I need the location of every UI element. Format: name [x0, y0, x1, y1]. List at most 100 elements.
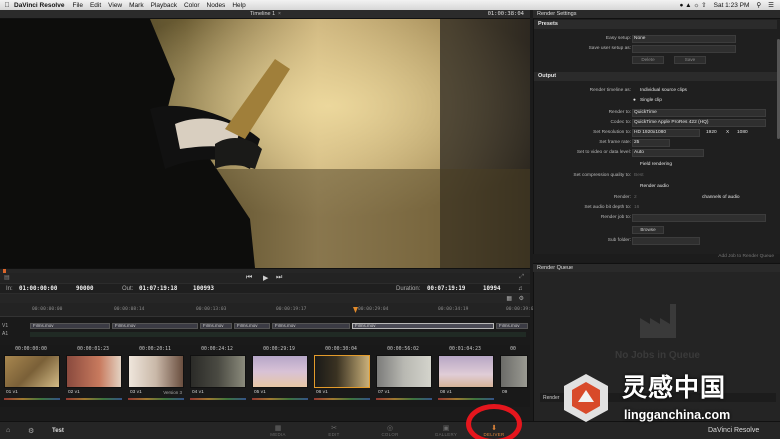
save-user-setup-input[interactable] — [632, 45, 736, 53]
menubar-clock[interactable]: Sat 1:23 PM — [714, 2, 750, 9]
single-clip-option[interactable]: Single clip — [640, 98, 662, 103]
delete-preset-button[interactable]: Delete — [632, 56, 664, 64]
thumbnail-clip[interactable]: 00:01:04:23 08 v1 — [436, 345, 494, 402]
render-settings-title: Render Settings — [537, 11, 577, 17]
search-icon[interactable]: ⚲ — [756, 1, 761, 9]
ruler-tick: 00:00:39:08 — [506, 307, 537, 312]
app-name[interactable]: DaVinci Resolve — [14, 2, 64, 9]
sub-folder-input[interactable] — [632, 237, 700, 245]
data-level-value: Auto — [634, 150, 644, 155]
thumbnail-clip[interactable]: 00:00:20:11 03 v1 Version 3 — [126, 345, 184, 402]
timeline-clip[interactable]: Films.mov — [112, 323, 198, 329]
thumbnail-label: 06 v1 — [316, 390, 328, 395]
timeline-clip[interactable]: Films.mov — [30, 323, 110, 329]
timeline-view-icon[interactable]: ▦ — [506, 295, 512, 302]
radio-selected-icon[interactable]: ● — [633, 98, 636, 103]
menu-help[interactable]: Help — [232, 2, 245, 9]
next-clip-button[interactable]: ⏭ — [276, 274, 282, 282]
menu-playback[interactable]: Playback — [151, 2, 177, 9]
tab-edit-label: EDIT — [328, 432, 340, 437]
resolution-height[interactable]: 1080 — [737, 130, 748, 135]
codec-row: Codec to: QuickTime Apple ProRes 422 (HQ… — [534, 119, 777, 128]
compression-value[interactable]: Best — [634, 173, 644, 178]
render-queue-title: Render Queue — [537, 265, 574, 271]
browse-button[interactable]: Browse — [632, 226, 664, 234]
menu-mark[interactable]: Mark — [129, 2, 143, 9]
easy-setup-select[interactable] — [632, 35, 736, 43]
menu-view[interactable]: View — [108, 2, 122, 9]
menu-edit[interactable]: Edit — [90, 2, 101, 9]
tab-gallery-label: GALLERY — [434, 432, 458, 437]
easy-setup-row: Easy setup: None — [534, 35, 777, 44]
tab-color-label: COLOR — [381, 432, 399, 437]
list-icon[interactable]: ☰ — [768, 1, 774, 9]
timeline-title[interactable]: Timeline 1 — [250, 11, 275, 17]
thumbnail-color-bar — [314, 398, 370, 400]
timeline-clip-selected[interactable]: Films.mov — [352, 323, 494, 329]
thumbnail-clip-selected[interactable]: 00:00:30:04 06 v1 — [312, 345, 370, 402]
presets-section[interactable]: Presets — [534, 20, 777, 29]
codec-value: QuickTime Apple ProRes 422 (HQ) — [634, 120, 709, 125]
thumbnail-clip[interactable]: 00:00:29:19 05 v1 — [250, 345, 308, 402]
thumbnail-clip[interactable]: 00:00:01:23 02 v1 — [64, 345, 122, 402]
resolution-row: Set Resolution to: HD 1920x1080 1920 X 1… — [534, 129, 777, 138]
thumbnail-tc: 00:00:24:12 — [201, 347, 233, 352]
thumbnail-clip[interactable]: 00:00:56:02 07 v1 — [374, 345, 432, 402]
resolution-width[interactable]: 1920 — [706, 130, 717, 135]
status-icons[interactable]: ● ▲ ☼ ⇧ — [679, 1, 706, 9]
timeline-clip[interactable]: Films.mov — [496, 323, 528, 329]
field-rendering-checkbox[interactable]: Field rendering — [640, 162, 672, 167]
apple-icon[interactable]:  — [0, 2, 14, 9]
thumbnail-color-bar — [190, 398, 246, 400]
out-label: Out: — [122, 286, 134, 292]
thumbnail-clip[interactable]: 00 09 — [498, 345, 528, 402]
render-channels-label: Render: — [613, 195, 631, 200]
render-to-label: Render to: — [608, 110, 631, 115]
add-job-button[interactable]: Add Job to Render Queue — [533, 254, 780, 262]
duration-frames: 10994 — [483, 286, 501, 292]
timeline-clip[interactable]: Films.mov — [272, 323, 350, 329]
individual-clips-option[interactable]: Individual source clips — [640, 88, 687, 93]
tab-color[interactable]: ◎ COLOR — [370, 424, 410, 437]
audio-track[interactable] — [30, 332, 526, 337]
render-timeline-as-row: Render timeline as: Individual source cl… — [534, 88, 777, 96]
tab-edit[interactable]: ✂ EDIT — [314, 424, 354, 437]
play-button[interactable]: ▶ — [263, 274, 268, 282]
menu-color[interactable]: Color — [184, 2, 200, 9]
close-icon[interactable]: × — [278, 11, 281, 17]
fullscreen-icon[interactable]: ⤢ — [519, 274, 524, 281]
thumbnail-clip[interactable]: 00:00:24:12 04 v1 — [188, 345, 246, 402]
timeline-clip[interactable]: Films.mov — [200, 323, 232, 329]
project-name: Test — [52, 428, 64, 434]
ruler-tick: 00:00:08:14 — [114, 307, 145, 312]
prev-clip-button[interactable]: ⏮ — [246, 274, 252, 282]
save-user-setup-row: Save user setup as: — [534, 45, 777, 54]
in-timecode[interactable]: 01:00:00:00 — [19, 286, 57, 292]
timeline-ruler[interactable]: 00:00:00:00 00:00:08:14 00:00:13:03 00:0… — [0, 303, 536, 317]
audio-icon[interactable]: ♫ — [518, 286, 523, 292]
viewer-options-icon[interactable]: ▤ — [4, 274, 10, 281]
timeline-clip[interactable]: Films.mov — [234, 323, 270, 329]
thumbnail-clip[interactable]: 00:00:00:00 01 v1 — [2, 345, 60, 402]
thumbnail-tc: 00:00:56:02 — [387, 347, 419, 352]
thumbnail-color-bar — [252, 398, 308, 400]
tab-media[interactable]: ▦ MEDIA — [258, 424, 298, 437]
render-settings-header: Render Settings — [533, 10, 780, 19]
timeline-settings-icon[interactable]: ⚙ — [519, 295, 524, 302]
render-channels-value[interactable]: 2 — [634, 195, 637, 200]
menu-nodes[interactable]: Nodes — [207, 2, 226, 9]
menu-file[interactable]: File — [72, 2, 82, 9]
render-job-path[interactable] — [632, 214, 766, 222]
transport-controls: ▤ ⏮ ▶ ⏭ ⤢ — [0, 273, 530, 283]
out-timecode[interactable]: 01:07:19:18 — [139, 286, 177, 292]
audio-bit-depth-value[interactable]: 16 — [634, 205, 639, 210]
viewer-frame[interactable] — [0, 19, 530, 268]
save-preset-button[interactable]: Save — [674, 56, 706, 64]
render-audio-checkbox[interactable]: Render audio — [640, 184, 669, 189]
home-icon[interactable]: ⌂ — [6, 427, 10, 434]
settings-icon[interactable]: ⚙ — [28, 427, 34, 435]
tab-gallery[interactable]: ▣ GALLERY — [426, 424, 466, 437]
output-section[interactable]: Output — [534, 72, 777, 81]
in-label: In: — [6, 286, 13, 292]
thumbnail-image — [190, 355, 246, 388]
